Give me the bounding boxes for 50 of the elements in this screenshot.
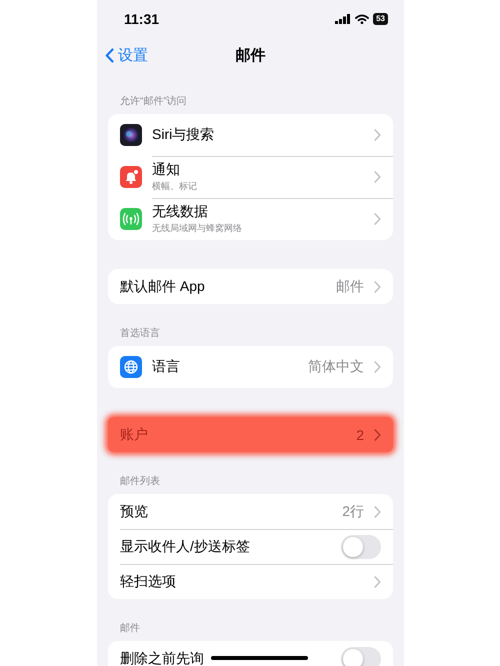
settings-row[interactable]: 默认邮件 App 邮件 [108,269,393,304]
row-label: 预览 [120,502,148,520]
row-label: 通知 [152,161,180,179]
row-label: 轻扫选项 [120,572,176,590]
chevron-icon [374,576,381,588]
bell-icon [120,166,142,188]
section-header: 首选语言 [119,328,161,340]
row-label: Siri与搜索 [152,126,214,144]
row-label: 无线数据 [152,203,208,221]
settings-row[interactable]: 无线数据 无线局域网与蜂窝网络 [108,198,393,240]
chevron-icon [374,280,381,292]
row-label: 删除之前先询 [120,650,204,666]
back-chevron-icon [105,48,114,62]
wifi-icon [355,14,370,24]
section-header: 邮件列表 [119,476,161,488]
row-value: 简体中文 [308,358,364,376]
row-label: 语言 [152,358,180,376]
settings-row[interactable]: 轻扫选项 [108,564,393,599]
settings-row[interactable]: 语言 简体中文 [108,346,393,388]
battery-level: 53 [373,13,388,25]
chevron-icon [374,213,381,225]
row-label: 默认邮件 App [120,278,205,296]
row-value: 2行 [342,502,364,520]
antenna-icon [120,208,142,230]
chevron-icon [374,129,381,141]
settings-row[interactable]: Siri与搜索 [108,114,393,156]
settings-row[interactable]: 通知 横幅、标记 [108,156,393,198]
chevron-icon [374,506,381,518]
chevron-icon [374,428,381,440]
globe-icon [120,356,142,378]
section-header: 允许“邮件”访问 [119,96,188,108]
toggle-switch[interactable] [341,534,381,558]
screen-title: 邮件 [236,46,266,64]
chevron-icon [374,171,381,183]
clock: 11:31 [124,11,160,27]
signal-icon [335,14,352,24]
section-header: 邮件 [119,623,141,635]
row-value: 2 [356,426,364,442]
back-button[interactable]: 设置 [103,38,150,72]
row-label: 显示收件人/抄送标签 [120,538,250,556]
row-value: 邮件 [336,278,364,296]
siri-icon [120,124,142,146]
row-subtitle: 横幅、标记 [152,180,197,193]
toggle-switch[interactable] [341,646,381,666]
row-subtitle: 无线局域网与蜂窝网络 [152,222,242,235]
settings-row[interactable]: 显示收件人/抄送标签 [108,529,393,564]
settings-row[interactable]: 预览 2行 [108,494,393,529]
row-label: 账户 [120,426,148,444]
chevron-icon [374,361,381,373]
settings-row[interactable]: 删除之前先询 [108,641,393,666]
